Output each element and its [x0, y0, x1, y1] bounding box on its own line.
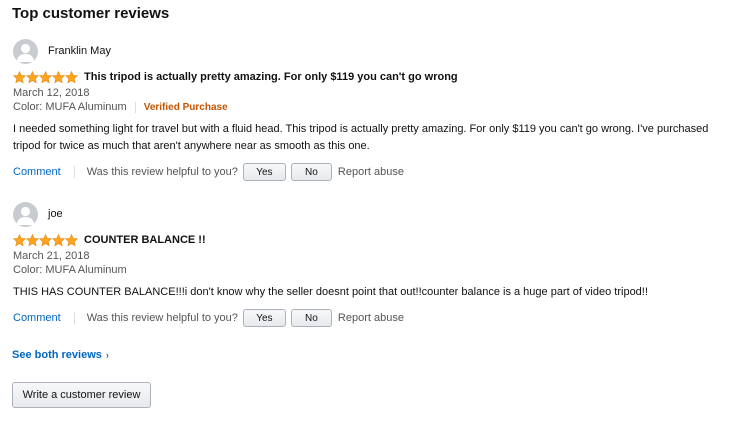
helpful-no-button[interactable]: No [290, 163, 332, 181]
review-actions: Comment Was this review helpful to you? … [13, 163, 738, 181]
review-date: March 21, 2018 [13, 250, 90, 262]
review-profile[interactable]: joe [13, 201, 738, 227]
avatar-icon [13, 201, 38, 227]
reviewer-name[interactable]: joe [48, 208, 63, 220]
star-icon [65, 233, 78, 247]
star-icon [26, 70, 39, 84]
report-abuse-link[interactable]: Report abuse [338, 166, 404, 178]
review-card: Franklin May This tripod is actually pre… [13, 38, 738, 181]
star-icon [13, 233, 26, 247]
chevron-right-icon: › [105, 350, 109, 360]
review-body: I needed something light for travel but … [13, 123, 709, 152]
helpful-prompt: Was this review helpful to you? [86, 312, 238, 324]
review-format[interactable]: Color: MUFA Aluminum [13, 100, 127, 115]
helpful-yes-button[interactable]: Yes [242, 309, 286, 327]
review-body: THIS HAS COUNTER BALANCE!!!i don't know … [13, 286, 648, 298]
review-profile[interactable]: Franklin May [13, 38, 738, 64]
star-icon [26, 233, 39, 247]
star-icon [39, 233, 52, 247]
star-icon [13, 70, 26, 84]
helpful-prompt: Was this review helpful to you? [86, 166, 238, 178]
review-date: March 12, 2018 [13, 87, 90, 99]
divider [73, 166, 75, 178]
see-all-reviews-label: See both reviews [12, 349, 102, 361]
star-icon [52, 70, 65, 84]
star-rating[interactable] [13, 70, 78, 84]
helpful-yes-button[interactable]: Yes [242, 163, 286, 181]
review-title[interactable]: This tripod is actually pretty amazing. … [84, 71, 458, 83]
divider [73, 312, 75, 324]
review-actions: Comment Was this review helpful to you? … [13, 309, 738, 327]
star-icon [52, 233, 65, 247]
reviewer-name[interactable]: Franklin May [48, 45, 111, 57]
review-format[interactable]: Color: MUFA Aluminum [13, 263, 127, 278]
see-all-reviews-link[interactable]: See both reviews › [12, 349, 109, 361]
avatar-icon [13, 38, 38, 64]
write-review-button[interactable]: Write a customer review [12, 382, 151, 408]
helpful-no-button[interactable]: No [290, 309, 332, 327]
divider [134, 102, 136, 113]
reviews-section-title: Top customer reviews [12, 5, 170, 22]
star-icon [65, 70, 78, 84]
report-abuse-link[interactable]: Report abuse [338, 312, 404, 324]
comment-link[interactable]: Comment [13, 312, 61, 324]
review-title[interactable]: COUNTER BALANCE !! [84, 234, 206, 246]
verified-purchase-badge: Verified Purchase [143, 102, 228, 113]
star-icon [39, 70, 52, 84]
review-card: joe COUNTER BALANCE !! March 21, 2018 Co… [13, 201, 738, 327]
comment-link[interactable]: Comment [13, 166, 61, 178]
star-rating[interactable] [13, 233, 78, 247]
